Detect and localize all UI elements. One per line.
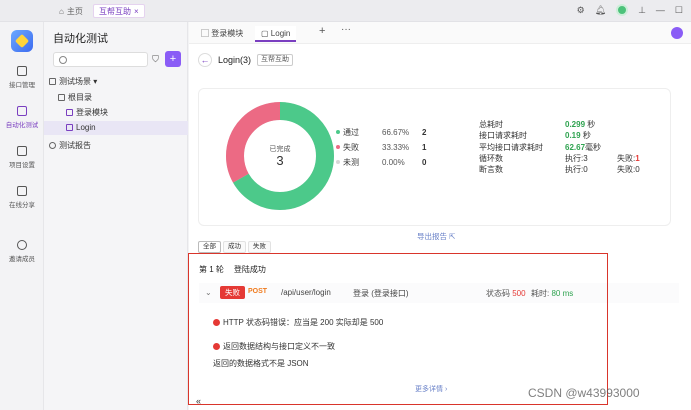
- request-name: 登录 (登录接口): [353, 289, 409, 298]
- rail-invite[interactable]: 邀请成员: [0, 240, 44, 263]
- main-panel: ▢ 登录模块 ▢ Login + ··· ← Login(3) 互帮互助 已完成…: [189, 22, 691, 410]
- rail-project-settings[interactable]: 项目设置: [0, 146, 44, 169]
- stat-request-time: 接口请求耗时 0.19 秒: [479, 131, 591, 141]
- error-detail: 返回的数据格式不是 JSON: [213, 359, 309, 368]
- add-user-icon: [17, 240, 27, 250]
- tab-login-module[interactable]: ▢ 登录模块: [195, 26, 249, 42]
- donut-center-label: 已完成: [270, 144, 291, 153]
- stat-assertions: 断言数 执行:0 失败:0: [479, 165, 640, 175]
- error-status-code: HTTP 状态码错误：应当是 200 实际却是 500: [213, 317, 383, 328]
- elapsed-time: 耗时: 80 ms: [531, 289, 574, 298]
- editor-tabs: ▢ 登录模块 ▢ Login + ···: [189, 22, 691, 44]
- watermark: CSDN @w43993000: [528, 386, 640, 400]
- back-button[interactable]: ←: [198, 53, 212, 67]
- env-settings-icon[interactable]: [671, 27, 683, 39]
- tree-panel: 自动化测试 ⛉ + 测试场景 ▾ 根目录 登录模块 Login 测试报告: [44, 22, 188, 410]
- home-tab-label: 主页: [66, 6, 83, 16]
- legend-fail: 失败 33.33% 1: [336, 140, 436, 155]
- chevron-down-icon[interactable]: ⌄: [205, 288, 212, 297]
- share-icon: [17, 186, 27, 196]
- fail-dot-icon: [336, 145, 340, 149]
- title-bar: ⌂ 主页 互帮互助 × ⚙ 🔔︎ ⊥ — ☐: [0, 0, 691, 22]
- more-icon[interactable]: ···: [341, 24, 351, 35]
- folder-icon: [49, 78, 56, 85]
- home-tab[interactable]: ⌂ 主页: [54, 4, 88, 18]
- filter-all[interactable]: 全部: [198, 241, 221, 253]
- untested-dot-icon: [336, 160, 340, 164]
- external-link-icon: ⇱: [449, 232, 456, 241]
- rail-api-management[interactable]: 接口管理: [0, 66, 44, 89]
- timing-stats: 总耗时 0.299 秒 接口请求耗时 0.19 秒 平均接口请求耗时 62.67…: [479, 119, 659, 175]
- filter-fail[interactable]: 失败: [248, 241, 271, 253]
- test-icon: [17, 106, 27, 116]
- collapse-icon[interactable]: «: [196, 396, 201, 406]
- add-button[interactable]: +: [165, 51, 181, 67]
- tab-login[interactable]: ▢ Login: [255, 26, 297, 42]
- left-rail: 接口管理 自动化测试 项目设置 在线分享 邀请成员: [0, 22, 44, 410]
- donut-center-value: 3: [276, 153, 283, 168]
- api-icon: [66, 124, 73, 131]
- tree-report[interactable]: 测试报告: [44, 139, 188, 153]
- project-chip: 互帮互助: [257, 54, 294, 66]
- api-icon: [17, 66, 27, 76]
- minimize-icon[interactable]: —: [656, 5, 665, 15]
- breadcrumb: ← Login(3) 互帮互助: [198, 53, 294, 67]
- avatar[interactable]: [616, 4, 629, 16]
- result-filter: 全部 成功 失败: [198, 241, 271, 253]
- panel-title: 自动化测试: [53, 33, 108, 45]
- tree-root[interactable]: 根目录: [44, 91, 188, 105]
- doc-icon: ▢: [261, 29, 269, 38]
- legend-untested: 未测 0.00% 0: [336, 155, 436, 170]
- clock-icon: [49, 142, 56, 149]
- request-path: /api/user/login: [281, 288, 331, 297]
- stat-total-time: 总耗时 0.299 秒: [479, 120, 596, 129]
- tree-item-login-module[interactable]: 登录模块: [44, 106, 188, 120]
- maximize-icon[interactable]: ☐: [675, 5, 683, 16]
- pin-icon[interactable]: ⊥: [638, 5, 646, 16]
- status-badge: 失败: [220, 286, 245, 299]
- http-method: POST: [248, 288, 268, 295]
- home-icon: ⌂: [59, 6, 64, 16]
- export-report-link[interactable]: 导出报告 ⇱: [417, 231, 455, 242]
- page-title: Login(3): [218, 55, 252, 65]
- app-logo: [11, 30, 33, 52]
- project-tab[interactable]: 互帮互助 ×: [93, 4, 145, 18]
- request-row[interactable]: ⌄ 失败 POST /api/user/login 登录 (登录接口) 状态码 …: [199, 283, 679, 303]
- api-icon: [66, 109, 73, 116]
- search-input[interactable]: [53, 52, 148, 67]
- legend-pass: 通过 66.67% 2: [336, 125, 436, 140]
- more-details-link[interactable]: 更多详情 ›: [415, 384, 447, 394]
- doc-icon: ▢: [201, 29, 209, 38]
- filter-success[interactable]: 成功: [223, 241, 246, 253]
- rail-auto-test[interactable]: 自动化测试: [0, 106, 44, 129]
- tree-scene-group[interactable]: 测试场景 ▾: [44, 75, 188, 89]
- project-tab-label: 互帮互助: [99, 6, 131, 16]
- add-tab-button[interactable]: +: [319, 25, 325, 37]
- settings-icon[interactable]: ⚙: [577, 5, 585, 16]
- tree-item-login[interactable]: Login: [44, 121, 188, 135]
- bell-icon[interactable]: 🔔︎: [595, 5, 606, 16]
- round-header: 第 1 轮登陆成功: [199, 265, 266, 274]
- result-legend: 通过 66.67% 2 失败 33.33% 1 未测 0.00% 0: [336, 125, 436, 170]
- pass-dot-icon: [336, 130, 340, 134]
- summary-card: 已完成 3 通过 66.67% 2 失败 33.33% 1 未测 0.00% 0: [198, 88, 671, 241]
- error-icon: [213, 319, 220, 326]
- gear-icon: [17, 146, 27, 156]
- stat-avg-time: 平均接口请求耗时 62.67毫秒: [479, 142, 602, 152]
- close-icon[interactable]: ×: [134, 7, 139, 16]
- stat-loops: 循环数 执行:3 失败:1: [479, 153, 640, 163]
- error-icon: [213, 343, 220, 350]
- result-donut: 已完成 3: [221, 97, 339, 215]
- status-code: 状态码 500: [486, 289, 526, 298]
- rail-share[interactable]: 在线分享: [0, 186, 44, 209]
- filter-icon[interactable]: ⛉: [148, 52, 163, 67]
- folder-icon: [58, 94, 65, 101]
- error-schema: 返回数据结构与接口定义不一致: [213, 341, 335, 352]
